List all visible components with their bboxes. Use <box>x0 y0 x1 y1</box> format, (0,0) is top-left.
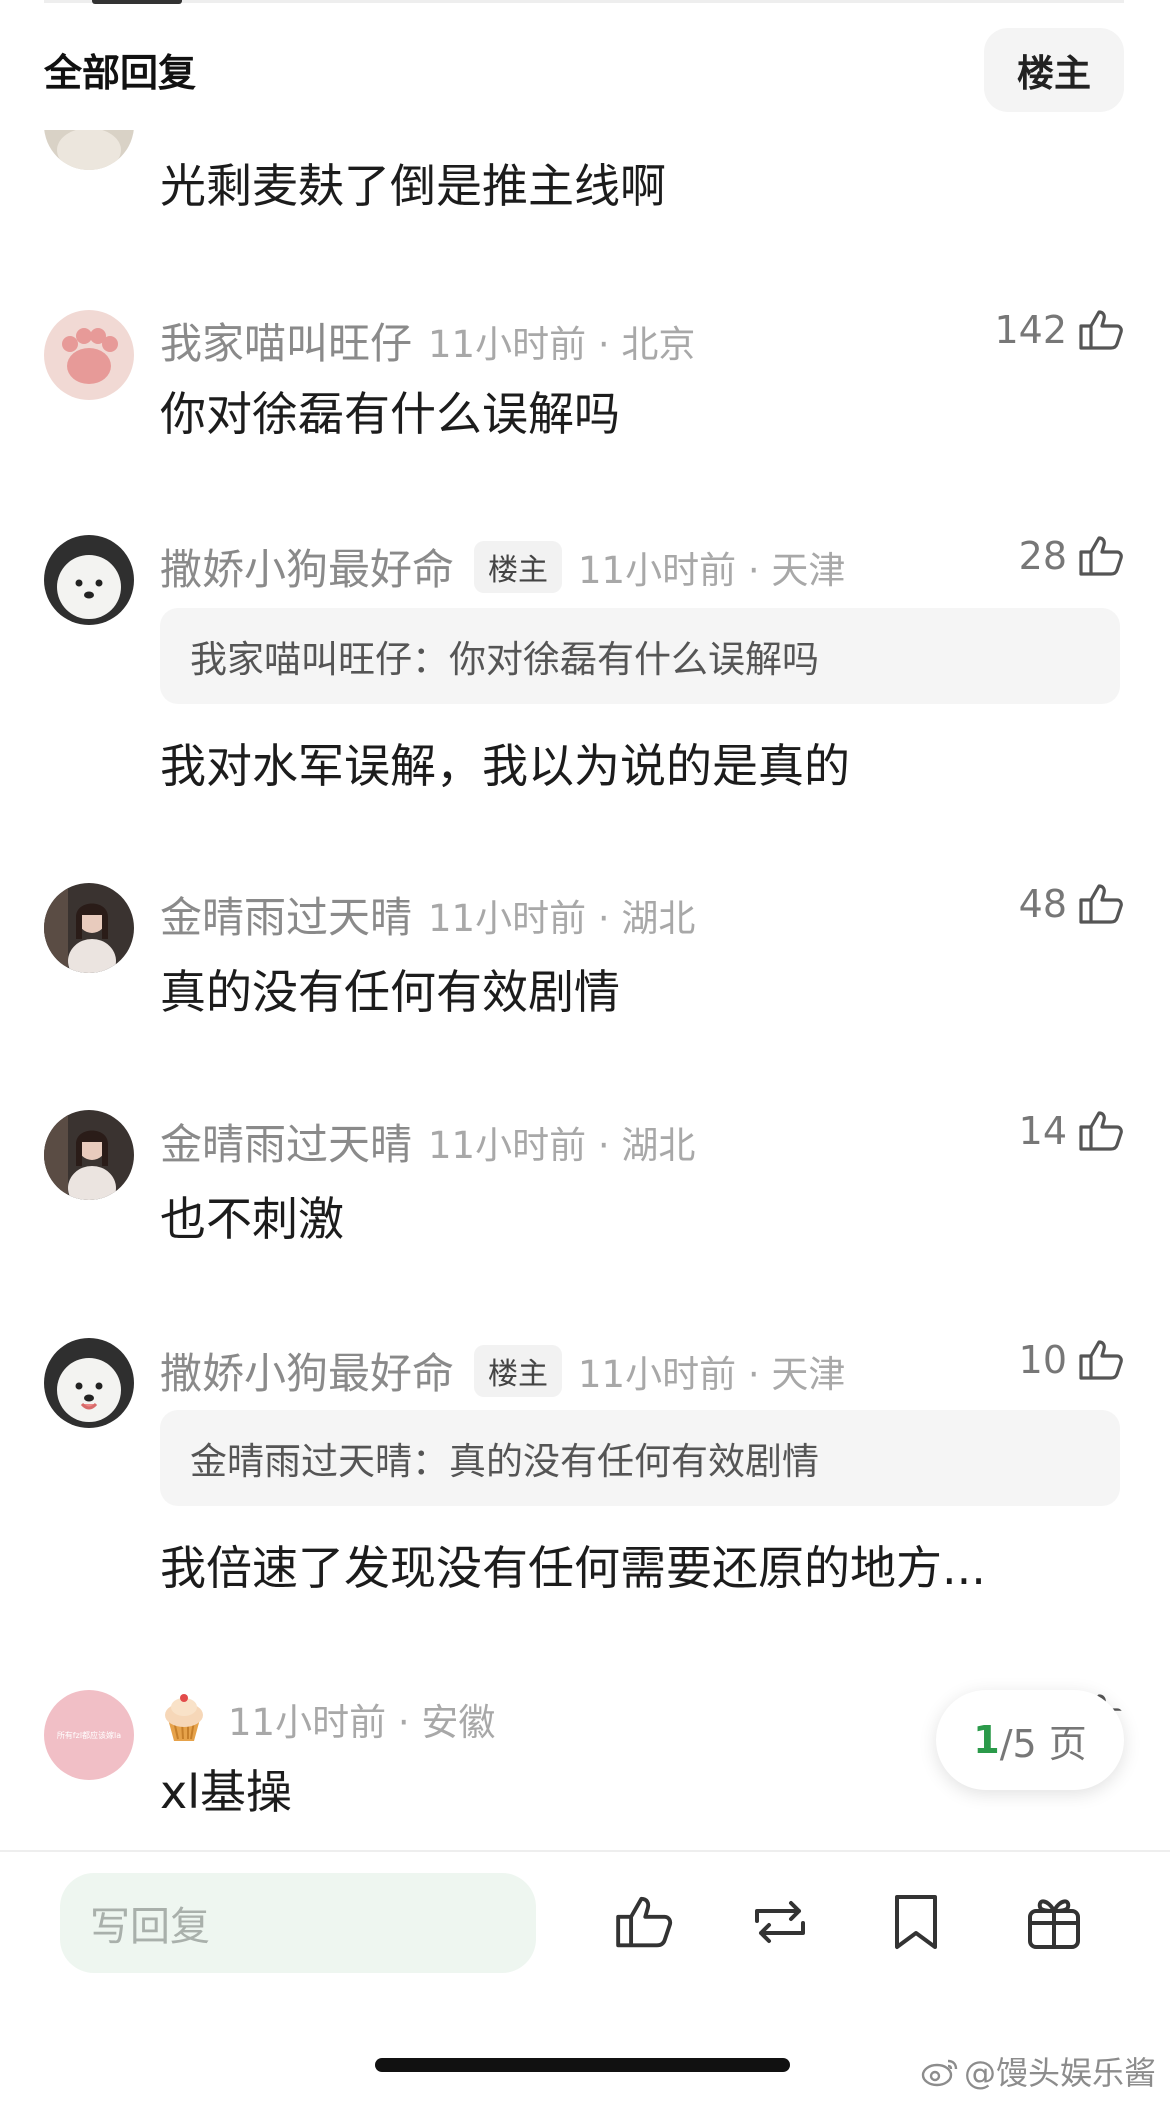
username[interactable]: 金晴雨过天晴 <box>160 884 412 945</box>
avatar[interactable] <box>44 883 134 973</box>
top-divider <box>44 0 1124 3</box>
thumbs-up-icon <box>613 1891 675 1957</box>
like-count: 28 <box>1018 534 1067 578</box>
repost-button[interactable] <box>740 1884 820 1964</box>
like-count: 48 <box>1018 882 1067 926</box>
comment-text: 我倍速了发现没有任何需要还原的地方... <box>160 1541 986 1595</box>
bookmark-icon <box>889 1891 943 1957</box>
avatar[interactable] <box>44 310 134 400</box>
avatar[interactable] <box>44 1110 134 1200</box>
avatar[interactable] <box>44 535 134 625</box>
like-button[interactable]: 14 <box>1019 1107 1125 1155</box>
quoted-reply[interactable]: 我家喵叫旺仔：你对徐磊有什么误解吗 <box>160 608 1120 704</box>
like-button[interactable]: 142 <box>994 306 1125 354</box>
username[interactable]: 撒娇小狗最好命 <box>160 1340 454 1401</box>
gift-icon <box>1024 1891 1084 1957</box>
timestamp-location: 11小时前 · 安徽 <box>228 1701 496 1744</box>
repost-icon <box>747 1891 813 1957</box>
thumbs-up-icon <box>1077 880 1125 928</box>
comment-text: 也不刺激 <box>160 1192 344 1246</box>
weibo-icon <box>920 2055 960 2087</box>
username[interactable]: 我家喵叫旺仔 <box>160 310 412 371</box>
timestamp-location: 11小时前 · 湖北 <box>428 896 696 940</box>
bottom-divider <box>0 1850 1170 1852</box>
timestamp-location: 11小时前 · 北京 <box>428 322 696 366</box>
avatar-text: 所有fzl都应该嫁la <box>56 1730 122 1740</box>
owner-filter-button[interactable]: 楼主 <box>984 28 1124 112</box>
current-page: 1 <box>973 1718 1000 1762</box>
thumbs-up-icon <box>1077 306 1125 354</box>
thumbs-up-icon <box>1077 1107 1125 1155</box>
page-indicator[interactable]: 1/5 页 <box>936 1690 1124 1790</box>
total-pages: /5 页 <box>999 1721 1087 1766</box>
timestamp-location: 11小时前 · 湖北 <box>428 1123 696 1167</box>
timestamp-location: 11小时前 · 天津 <box>578 1352 846 1396</box>
quoted-reply[interactable]: 金晴雨过天晴：真的没有任何有效剧情 <box>160 1410 1120 1506</box>
comment-text: 我对水军误解，我以为说的是真的 <box>160 739 850 793</box>
all-replies-title: 全部回复 <box>44 51 197 95</box>
reply-input[interactable]: 写回复 <box>60 1873 536 1973</box>
comment-text: 光剩麦麸了倒是推主线啊 <box>160 159 666 213</box>
watermark-text: @馒头娱乐酱 <box>963 2054 1156 2092</box>
like-post-button[interactable] <box>604 1884 684 1964</box>
like-button[interactable]: 10 <box>1019 1336 1125 1384</box>
avatar[interactable]: 所有fzl都应该嫁la <box>44 1690 134 1780</box>
like-count: 10 <box>1018 1338 1067 1382</box>
thumbs-up-icon <box>1077 1336 1125 1384</box>
comment-text: xl基操 <box>160 1765 293 1819</box>
comment-text: 你对徐磊有什么误解吗 <box>160 387 620 441</box>
username[interactable]: 撒娇小狗最好命 <box>160 536 454 597</box>
owner-badge: 楼主 <box>474 1344 563 1397</box>
gift-button[interactable] <box>1014 1884 1094 1964</box>
comment-text: 真的没有任何有效剧情 <box>160 965 620 1019</box>
bookmark-button[interactable] <box>876 1884 956 1964</box>
watermark: @馒头娱乐酱 <box>920 2048 1156 2094</box>
owner-badge: 楼主 <box>474 540 563 593</box>
like-button[interactable]: 28 <box>1019 532 1125 580</box>
like-button[interactable]: 48 <box>1019 880 1125 928</box>
tab-indicator <box>92 0 182 4</box>
like-count: 14 <box>1018 1109 1067 1153</box>
thumbs-up-icon <box>1077 532 1125 580</box>
username[interactable]: 金晴雨过天晴 <box>160 1111 412 1172</box>
avatar[interactable] <box>44 1338 134 1428</box>
like-count: 142 <box>994 308 1067 352</box>
home-indicator[interactable] <box>375 2058 790 2072</box>
timestamp-location: 11小时前 · 天津 <box>578 548 846 592</box>
cupcake-icon <box>160 1693 208 1745</box>
